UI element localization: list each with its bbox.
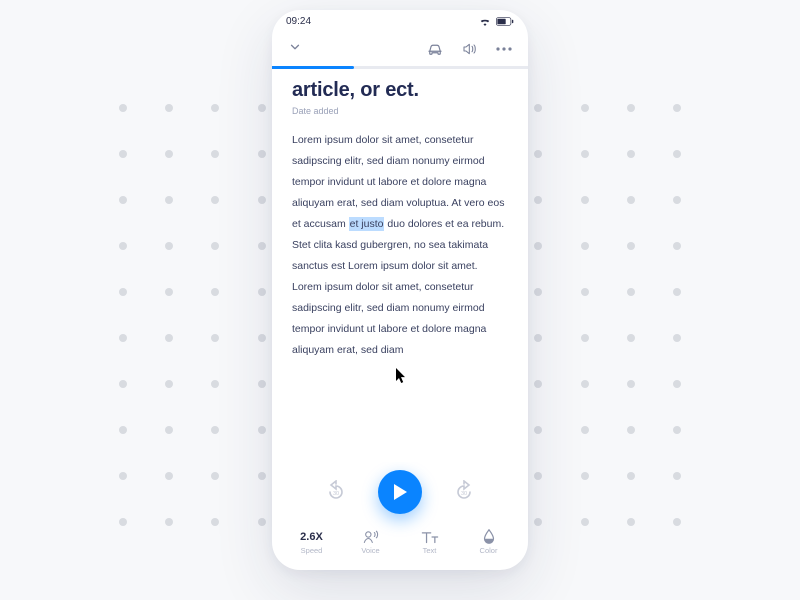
toolbar bbox=[272, 32, 528, 66]
speed-button[interactable]: 2.6X Speed bbox=[282, 529, 341, 555]
body-text-pre: Lorem ipsum dolor sit amet, consetetur s… bbox=[292, 134, 504, 230]
voice-icon bbox=[363, 529, 379, 544]
car-icon bbox=[426, 42, 444, 56]
color-label: Color bbox=[480, 546, 498, 555]
text-label: Text bbox=[423, 546, 437, 555]
rewind-icon: 30 bbox=[324, 480, 348, 504]
chevron-down-icon bbox=[288, 40, 302, 54]
rewind-30-button[interactable]: 30 bbox=[324, 480, 348, 504]
collapse-button[interactable] bbox=[288, 40, 302, 59]
battery-icon bbox=[496, 17, 514, 26]
car-mode-button[interactable] bbox=[426, 42, 444, 56]
speaker-icon bbox=[462, 42, 478, 56]
highlighted-word: et justo bbox=[349, 217, 385, 231]
status-indicators bbox=[479, 17, 514, 26]
svg-text:30: 30 bbox=[333, 491, 339, 497]
player-controls: 30 30 bbox=[272, 462, 528, 522]
voice-label: Voice bbox=[361, 546, 379, 555]
body-text-post: duo dolores et ea rebum. Stet clita kasd… bbox=[292, 218, 504, 356]
voice-button[interactable]: Voice bbox=[341, 529, 400, 555]
more-horizontal-icon bbox=[496, 47, 512, 51]
forward-icon: 30 bbox=[452, 480, 476, 504]
volume-button[interactable] bbox=[462, 42, 478, 56]
svg-text:30: 30 bbox=[461, 491, 467, 497]
status-time: 09:24 bbox=[286, 16, 311, 27]
article-body[interactable]: Lorem ipsum dolor sit amet, consetetur s… bbox=[292, 130, 508, 361]
speed-value: 2.6X bbox=[300, 531, 323, 543]
article-date: Date added bbox=[292, 106, 508, 116]
text-fade-overlay bbox=[272, 422, 528, 462]
article-title: article, or ect. bbox=[292, 79, 508, 102]
wifi-icon bbox=[479, 17, 491, 26]
bottom-toolbar: 2.6X Speed Voice Text Color bbox=[272, 522, 528, 570]
text-size-icon bbox=[421, 530, 439, 544]
phone-frame: 09:24 article, or ect. Date added Lor bbox=[272, 10, 528, 570]
more-button[interactable] bbox=[496, 47, 512, 51]
article-content: article, or ect. Date added Lorem ipsum … bbox=[272, 69, 528, 462]
status-bar: 09:24 bbox=[272, 10, 528, 32]
text-button[interactable]: Text bbox=[400, 529, 459, 555]
color-button[interactable]: Color bbox=[459, 529, 518, 555]
speed-label: Speed bbox=[301, 546, 323, 555]
play-icon bbox=[392, 483, 408, 501]
forward-30-button[interactable]: 30 bbox=[452, 480, 476, 504]
play-button[interactable] bbox=[378, 470, 422, 514]
droplet-icon bbox=[483, 529, 495, 544]
